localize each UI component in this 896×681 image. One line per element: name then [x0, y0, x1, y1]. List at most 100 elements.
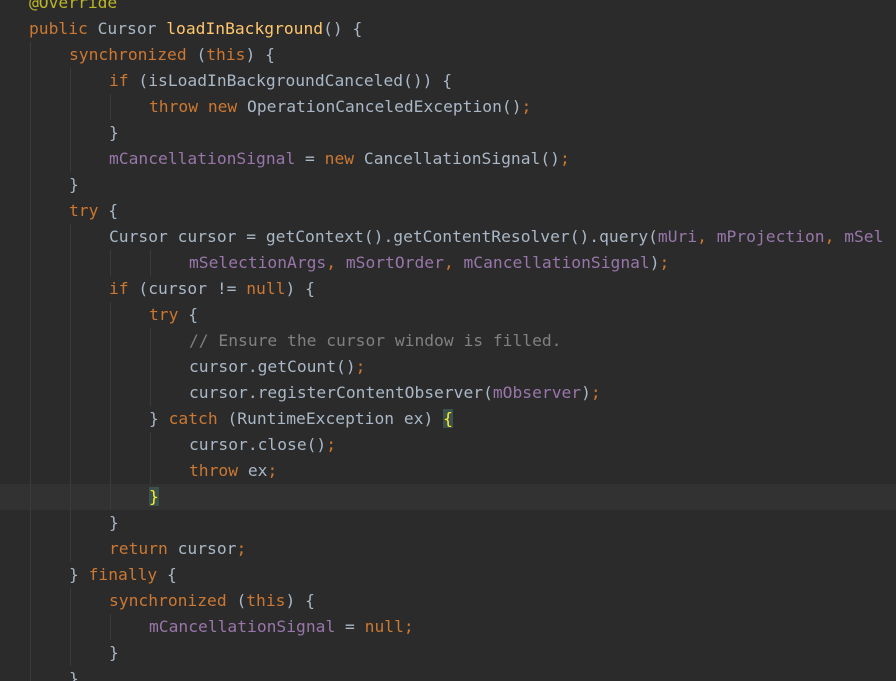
code-line[interactable]: if (isLoadInBackgroundCanceled()) {: [0, 68, 896, 94]
code-token: ): [649, 253, 660, 272]
code-token: (cursor !=: [138, 279, 247, 298]
code-editor[interactable]: @Override public Cursor loadInBackground(…: [0, 0, 896, 681]
code-line[interactable]: cursor.close();: [0, 432, 896, 458]
code-token: (: [236, 591, 247, 610]
code-token: ) {: [285, 279, 315, 298]
code-line[interactable]: }: [0, 120, 896, 146]
code-line[interactable]: }: [0, 510, 896, 536]
indent-guide: [70, 354, 71, 380]
code-line[interactable]: } finally {: [0, 562, 896, 588]
code-token: ;: [590, 383, 601, 402]
indent-guide: [70, 614, 71, 640]
indent-guide: [70, 120, 71, 146]
code-token: synchronized: [109, 591, 237, 610]
indent-guide: [30, 120, 31, 146]
code-token: ex: [247, 461, 268, 480]
indent-guide: [110, 614, 111, 640]
code-line[interactable]: try {: [0, 198, 896, 224]
matched-brace: {: [443, 409, 453, 428]
code-token: =: [335, 617, 365, 636]
code-line[interactable]: cursor.registerContentObserver(mObserver…: [0, 380, 896, 406]
code-token: ,: [697, 227, 717, 246]
code-token: (: [196, 45, 207, 64]
code-token: mUri: [657, 227, 698, 246]
indent-guide: [70, 68, 71, 94]
code-token: ;: [326, 435, 337, 454]
indent-guide: [30, 406, 31, 432]
code-token: {: [167, 565, 177, 584]
code-line[interactable]: throw new OperationCanceledException();: [0, 94, 896, 120]
code-line[interactable]: mSelectionArgs, mSortOrder, mCancellatio…: [0, 250, 896, 276]
code-token: }: [69, 669, 79, 681]
code-token: ) {: [285, 591, 315, 610]
code-token: loadInBackground: [166, 19, 324, 38]
code-token: ,: [326, 253, 346, 272]
indent-guide: [30, 172, 31, 198]
code-token: (isLoadInBackgroundCanceled()) {: [138, 71, 453, 90]
indent-guide: [70, 484, 71, 510]
code-line[interactable]: }: [0, 666, 896, 681]
indent-guide: [30, 562, 31, 588]
indent-guide: [150, 250, 151, 276]
code-lines: @Override public Cursor loadInBackground(…: [0, 0, 896, 681]
code-token: ): [581, 383, 591, 402]
code-line[interactable]: @Override: [0, 0, 896, 16]
indent-guide: [150, 432, 151, 458]
code-token: mSelectionArgs: [189, 253, 327, 272]
code-token: {: [108, 201, 119, 220]
indent-guide: [110, 328, 111, 354]
code-line[interactable]: synchronized (this) {: [0, 588, 896, 614]
code-token: ;: [267, 461, 278, 480]
code-token: }: [109, 643, 119, 662]
code-token: // Ensure the cursor window is filled.: [189, 331, 562, 350]
code-token: ;: [559, 149, 570, 168]
code-token: if: [109, 279, 139, 298]
indent-guide: [110, 250, 111, 276]
code-token: ;: [403, 617, 414, 636]
code-token: CancellationSignal(): [363, 149, 560, 168]
indent-guide: [70, 224, 71, 250]
code-token: cursor.registerContentObserver(: [189, 383, 493, 402]
code-token: null: [364, 617, 404, 636]
code-token: mCancellationSignal: [463, 253, 650, 272]
indent-guide: [110, 484, 111, 510]
indent-guide: [30, 484, 31, 510]
code-token: mSel: [844, 227, 884, 246]
code-line[interactable]: cursor.getCount();: [0, 354, 896, 380]
code-token: }: [69, 175, 79, 194]
code-token: null: [246, 279, 286, 298]
code-token: }: [149, 409, 169, 428]
code-token: mCancellationSignal: [149, 617, 336, 636]
matched-brace: }: [149, 487, 159, 506]
code-token: =: [295, 149, 325, 168]
code-line[interactable]: }: [0, 640, 896, 666]
code-line[interactable]: synchronized (this) {: [0, 42, 896, 68]
code-line[interactable]: public Cursor loadInBackground() {: [0, 16, 896, 42]
indent-guide: [30, 42, 31, 68]
code-token: ;: [659, 253, 670, 272]
code-token: @Override: [29, 0, 118, 12]
indent-guide: [110, 354, 111, 380]
indent-guide: [30, 614, 31, 640]
code-line[interactable]: if (cursor != null) {: [0, 276, 896, 302]
code-line[interactable]: mCancellationSignal = null;: [0, 614, 896, 640]
indent-guide: [70, 536, 71, 562]
code-line[interactable]: }: [0, 172, 896, 198]
code-line[interactable]: return cursor;: [0, 536, 896, 562]
indent-guide: [70, 250, 71, 276]
indent-guide: [70, 328, 71, 354]
indent-guide: [70, 276, 71, 302]
code-line[interactable]: mCancellationSignal = new CancellationSi…: [0, 146, 896, 172]
indent-guide: [30, 510, 31, 536]
code-token: throw new: [149, 97, 248, 116]
indent-guide: [110, 94, 111, 120]
code-line[interactable]: try {: [0, 302, 896, 328]
code-line[interactable]: throw ex;: [0, 458, 896, 484]
code-line-current[interactable]: }: [0, 484, 896, 510]
code-token: }: [109, 513, 119, 532]
code-line[interactable]: Cursor cursor = getContext().getContentR…: [0, 224, 896, 250]
code-line[interactable]: } catch (RuntimeException ex) {: [0, 406, 896, 432]
code-line[interactable]: // Ensure the cursor window is filled.: [0, 328, 896, 354]
indent-guide: [30, 380, 31, 406]
code-token: mObserver: [492, 383, 582, 402]
